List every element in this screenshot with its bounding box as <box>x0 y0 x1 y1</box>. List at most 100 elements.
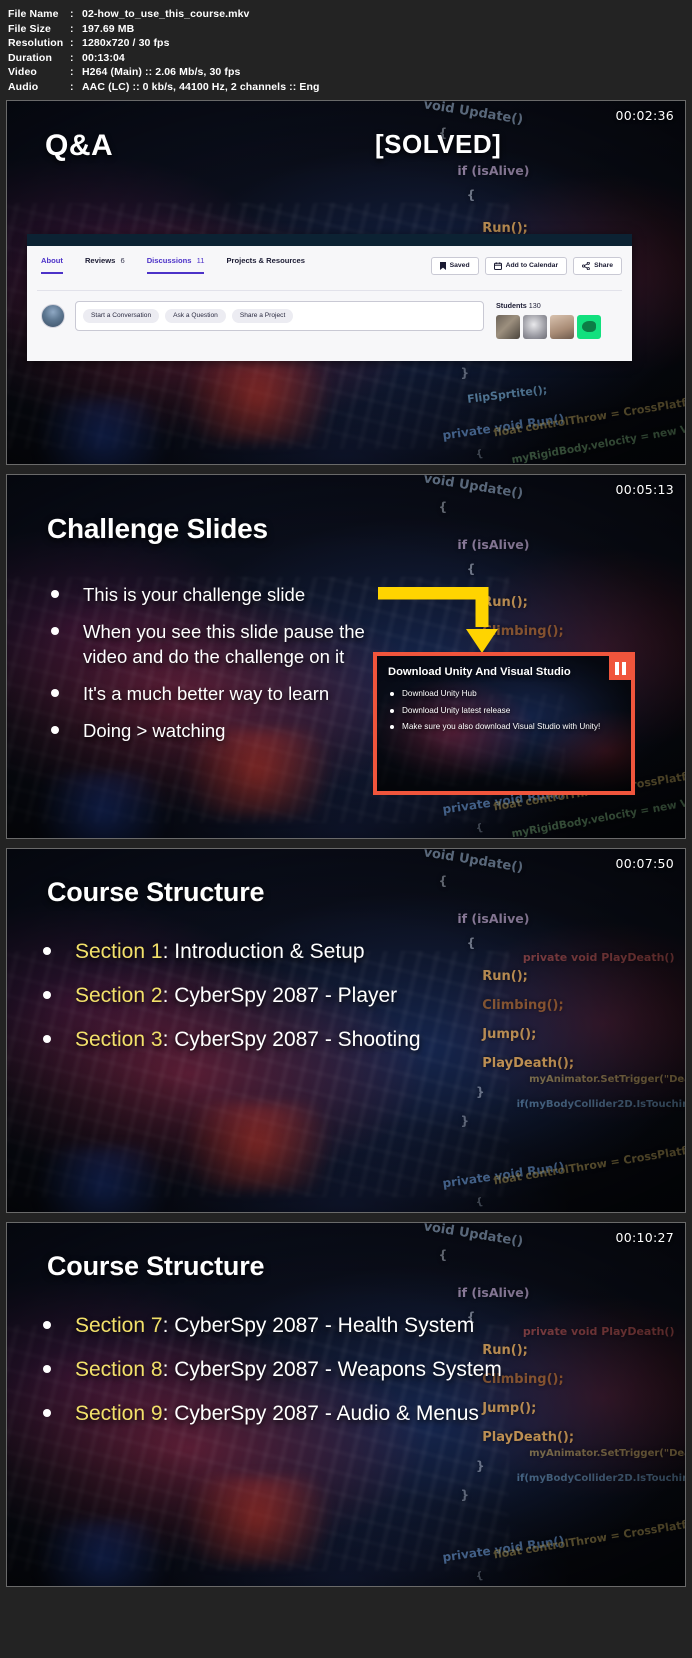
metadata-key: File Name <box>8 8 59 20</box>
metadata-key: Duration <box>8 51 52 64</box>
frame-timestamp: 00:05:13 <box>615 482 674 497</box>
student-avatar[interactable] <box>577 315 601 339</box>
inset-bullet-list: Download Unity Hub Download Unity latest… <box>388 688 621 733</box>
chip-ask-a-question[interactable]: Ask a Question <box>165 308 226 324</box>
metadata-row: File Size : 197.69 MB <box>8 22 692 37</box>
avatar <box>41 304 65 328</box>
tab-about[interactable]: About <box>41 256 63 274</box>
calendar-icon <box>493 262 502 270</box>
slide-heading-qa: Q&A <box>45 129 114 162</box>
tab-reviews[interactable]: Reviews 6 <box>85 256 125 274</box>
panel-topbar <box>27 234 632 246</box>
panel-tab-bar: About Reviews 6 Discussions 11 Projects … <box>27 246 632 290</box>
metadata-separator: : <box>70 51 74 64</box>
add-to-calendar-button[interactable]: Add to Calendar <box>484 257 568 275</box>
inset-bullet-item: Download Unity Hub <box>388 688 621 700</box>
section-label: Section 1 <box>75 940 163 963</box>
pause-icon[interactable] <box>609 656 631 680</box>
inset-bullet-item: Make sure you also download Visual Studi… <box>388 721 621 733</box>
section-label: Section 9 <box>75 1402 163 1425</box>
metadata-key: Video <box>8 66 37 79</box>
metadata-value-duration: 00:13:04 <box>82 51 125 64</box>
course-section-item: Section 3: CyberSpy 2087 - Shooting <box>39 1025 421 1054</box>
tab-projects-resources[interactable]: Projects & Resources <box>226 256 305 274</box>
metadata-value-video: H264 (Main) :: 2.06 Mb/s, 30 fps <box>82 66 241 79</box>
course-section-item: Section 8: CyberSpy 2087 - Weapons Syste… <box>39 1355 502 1384</box>
course-section-item: Section 7: CyberSpy 2087 - Health System <box>39 1311 502 1340</box>
metadata-value-file-name: 02-how_to_use_this_course.mkv <box>82 8 250 20</box>
students-label-text: Students <box>496 301 527 310</box>
add-to-calendar-label: Add to Calendar <box>505 261 559 269</box>
student-avatar-row <box>496 315 618 339</box>
course-section-list: Section 1: Introduction & Setup Section … <box>39 937 421 1069</box>
chip-start-a-conversation[interactable]: Start a Conversation <box>83 308 160 324</box>
composer-input[interactable]: Start a Conversation Ask a Question Shar… <box>75 301 484 331</box>
screenshot-strip: void Update() { if (isAlive) { Run(); Cl… <box>0 100 692 1587</box>
tab-count: 6 <box>120 256 125 265</box>
share-button[interactable]: Share <box>573 257 622 275</box>
chip-share-a-project[interactable]: Share a Project <box>231 308 294 324</box>
frame-timestamp: 00:07:50 <box>615 856 674 871</box>
section-label: Section 8 <box>75 1358 163 1381</box>
metadata-key: Audio <box>8 80 39 93</box>
course-discussion-panel: About Reviews 6 Discussions 11 Projects … <box>27 234 632 361</box>
metadata-value-file-size: 197.69 MB <box>82 22 135 35</box>
tab-label: Discussions <box>146 256 192 265</box>
share-icon <box>582 262 590 270</box>
course-section-item: Section 1: Introduction & Setup <box>39 937 421 966</box>
metadata-row: Resolution : 1280x720 / 30 fps <box>8 36 692 51</box>
bullet-item: When you see this slide pause the video … <box>47 619 367 669</box>
frame-timestamp: 00:10:27 <box>615 1230 674 1245</box>
metadata-row: File Name : 02-how_to_use_this_course.mk… <box>8 7 692 22</box>
inset-bullet-item: Download Unity latest release <box>388 705 621 717</box>
saved-button[interactable]: Saved <box>430 257 479 275</box>
section-label: Section 2 <box>75 984 163 1007</box>
panel-body: Start a Conversation Ask a Question Shar… <box>27 291 632 339</box>
slide-title-course-structure: Course Structure <box>47 1251 265 1281</box>
metadata-key: File Size <box>8 22 51 35</box>
students-count: 130 <box>528 301 541 310</box>
students-label: Students 130 <box>496 301 618 310</box>
slide-heading-solved: [SOLVED] <box>375 129 502 159</box>
section-label: Section 3 <box>75 1028 163 1051</box>
student-avatar[interactable] <box>523 315 547 339</box>
section-text: : Introduction & Setup <box>162 940 365 963</box>
students-section: Students 130 <box>496 301 618 339</box>
metadata-value-resolution: 1280x720 / 30 fps <box>82 37 170 50</box>
tab-label: About <box>41 256 63 265</box>
challenge-bullet-list: This is your challenge slide When you se… <box>47 582 367 755</box>
inset-title: Download Unity And Visual Studio <box>388 666 571 678</box>
saved-button-label: Saved <box>449 261 470 269</box>
video-frame-qa: void Update() { if (isAlive) { Run(); Cl… <box>6 100 686 465</box>
slide-title-course-structure: Course Structure <box>47 877 265 907</box>
tab-discussions[interactable]: Discussions 11 <box>146 256 204 274</box>
section-label: Section 7 <box>75 1314 163 1337</box>
video-frame-course-structure-1: void Update() { if (isAlive) { Run(); Cl… <box>6 848 686 1213</box>
file-metadata-header: File Name : 02-how_to_use_this_course.mk… <box>0 0 692 100</box>
bookmark-icon <box>439 262 446 270</box>
tab-label: Projects & Resources <box>226 256 305 265</box>
section-text: : CyberSpy 2087 - Audio & Menus <box>162 1402 479 1425</box>
bullet-item: This is your challenge slide <box>47 582 367 607</box>
metadata-separator: : <box>70 66 74 79</box>
student-avatar[interactable] <box>550 315 574 339</box>
metadata-key: Resolution <box>8 37 64 50</box>
yellow-arrow-icon <box>376 586 521 655</box>
tab-label: Reviews <box>84 256 116 265</box>
video-frame-challenge-slides: void Update() { if (isAlive) { Run(); Cl… <box>6 474 686 839</box>
metadata-row: Video : H264 (Main) :: 2.06 Mb/s, 30 fps <box>8 65 692 80</box>
metadata-row: Duration : 00:13:04 <box>8 51 692 66</box>
bullet-item: It's a much better way to learn <box>47 681 367 706</box>
course-section-list: Section 7: CyberSpy 2087 - Health System… <box>39 1311 502 1443</box>
metadata-row: Audio : AAC (LC) :: 0 kb/s, 44100 Hz, 2 … <box>8 80 692 95</box>
frame-timestamp: 00:02:36 <box>615 108 674 123</box>
metadata-separator: : <box>70 22 74 35</box>
student-avatar[interactable] <box>496 315 520 339</box>
section-text: : CyberSpy 2087 - Shooting <box>162 1028 421 1051</box>
bullet-item: Doing > watching <box>47 718 367 743</box>
video-frame-course-structure-2: void Update() { if (isAlive) { Run(); Cl… <box>6 1222 686 1587</box>
section-text: : CyberSpy 2087 - Health System <box>162 1314 475 1337</box>
metadata-separator: : <box>70 80 74 93</box>
challenge-inset-card: Download Unity And Visual Studio Downloa… <box>373 652 635 795</box>
course-section-item: Section 2: CyberSpy 2087 - Player <box>39 981 421 1010</box>
